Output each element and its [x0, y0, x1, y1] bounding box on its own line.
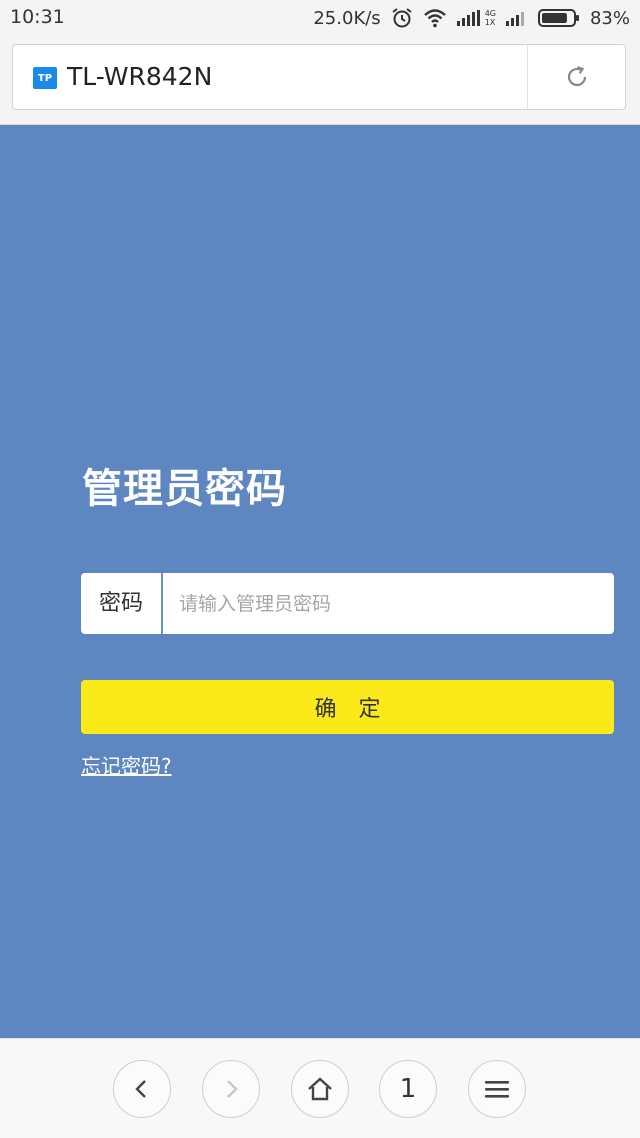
confirm-button[interactable]: 确定 — [81, 680, 614, 734]
address-bar[interactable]: TP TL-WR842N — [12, 44, 626, 110]
menu-button[interactable] — [468, 1060, 526, 1118]
site-title[interactable]: TL-WR842N — [67, 62, 212, 91]
password-label: 密码 — [81, 573, 163, 634]
net-1x: 1X — [484, 18, 496, 27]
hamburger-menu-icon — [485, 1081, 509, 1098]
home-icon — [308, 1077, 332, 1101]
reload-icon — [567, 66, 587, 87]
net-4g: 4G — [484, 9, 496, 18]
wifi-icon — [423, 8, 447, 28]
page-title: 管理员密码 — [82, 466, 287, 512]
chevron-left-icon — [135, 1080, 146, 1098]
status-bar: 10:31 25.0K/s 4G 1X 83% — [0, 0, 640, 38]
back-button[interactable] — [113, 1060, 171, 1118]
forward-button[interactable] — [202, 1060, 260, 1118]
battery-percent: 83% — [589, 7, 630, 29]
network-type: 4G 1X — [485, 9, 496, 27]
tp-link-favicon: TP — [33, 67, 57, 89]
password-input[interactable] — [163, 573, 614, 634]
chevron-right-icon — [227, 1080, 238, 1098]
status-icons: 25.0K/s 4G 1X 83% — [313, 5, 630, 31]
signal-icon — [456, 10, 481, 26]
reload-button[interactable] — [528, 45, 626, 109]
net-speed: 25.0K/s — [313, 7, 381, 29]
home-button[interactable] — [291, 1060, 349, 1118]
signal-icon-secondary — [505, 10, 528, 26]
password-row: 密码 — [81, 573, 614, 634]
bottom-nav-bar: 1 — [0, 1038, 640, 1138]
tab-count: 1 — [399, 1074, 417, 1104]
forgot-password-link[interactable]: 忘记密码? — [81, 750, 172, 779]
tabs-button[interactable]: 1 — [379, 1060, 437, 1118]
status-time: 10:31 — [10, 6, 65, 28]
browser-address-area: TP TL-WR842N — [0, 38, 640, 125]
alarm-icon — [391, 7, 413, 29]
battery-icon — [537, 9, 580, 27]
